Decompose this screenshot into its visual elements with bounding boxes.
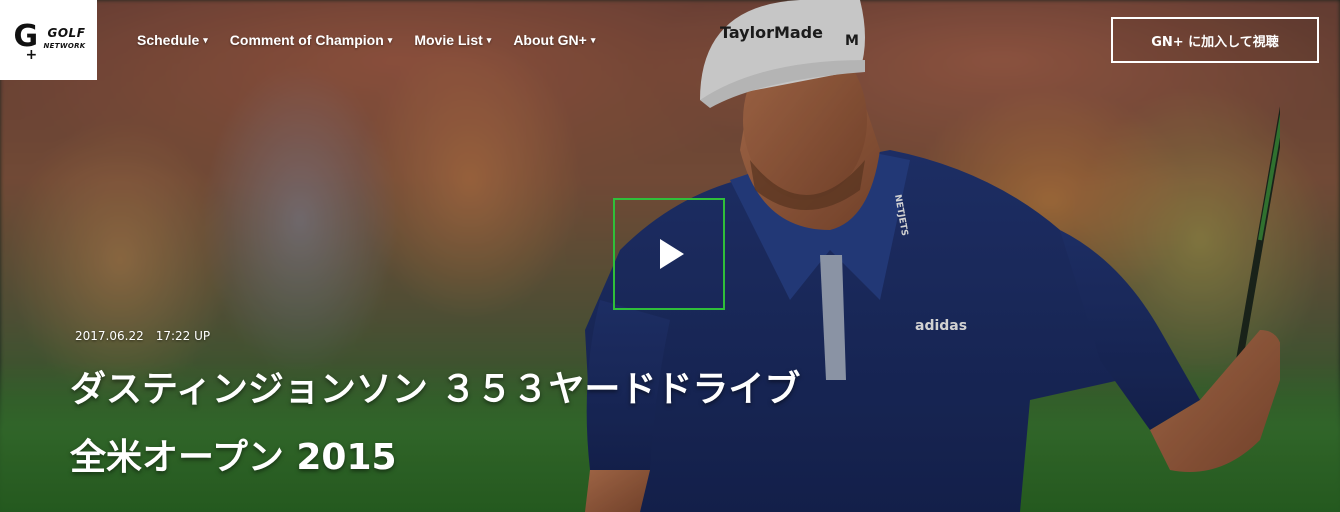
video-upload-date: 2017.06.22 17:22 UP — [75, 329, 211, 343]
nav-item-label: Movie List — [414, 32, 483, 48]
chevron-down-icon: ▾ — [203, 34, 208, 45]
play-video-button[interactable] — [613, 198, 725, 310]
nav-item-label: Schedule — [137, 32, 200, 48]
logo-word-golf: GOLF — [47, 26, 86, 40]
logo-word-network: NETWORK — [43, 42, 86, 50]
video-title-line-1: ダスティンジョンソン ３５３ヤードドライブ — [70, 369, 801, 410]
nav-item-label: Comment of Champion — [229, 32, 384, 48]
nav-item-label: About GN+ — [513, 32, 587, 48]
chevron-down-icon: ▾ — [486, 34, 492, 45]
chevron-down-icon: ▾ — [590, 34, 596, 45]
play-icon — [660, 239, 684, 269]
join-gn-plus-button[interactable]: GN+ に加入して視聴 — [1111, 17, 1319, 63]
golf-network-logo-mark: G + GOLF NETWORK — [14, 18, 86, 63]
main-navigation: Schedule ▾ Comment of Champion ▾ Movie L… — [137, 32, 595, 48]
chevron-down-icon: ▾ — [387, 34, 393, 45]
nav-item-about-gn-plus[interactable]: About GN+ ▾ — [513, 32, 595, 48]
nav-item-comment-of-champion[interactable]: Comment of Champion ▾ — [230, 32, 393, 48]
logo-plus-symbol: + — [25, 47, 38, 63]
nav-item-schedule[interactable]: Schedule ▾ — [137, 32, 208, 48]
video-title-line-2: 全米オープン 2015 — [70, 437, 397, 478]
nav-item-movie-list[interactable]: Movie List ▾ — [414, 32, 491, 48]
golf-network-logo[interactable]: G + GOLF NETWORK — [0, 0, 97, 80]
